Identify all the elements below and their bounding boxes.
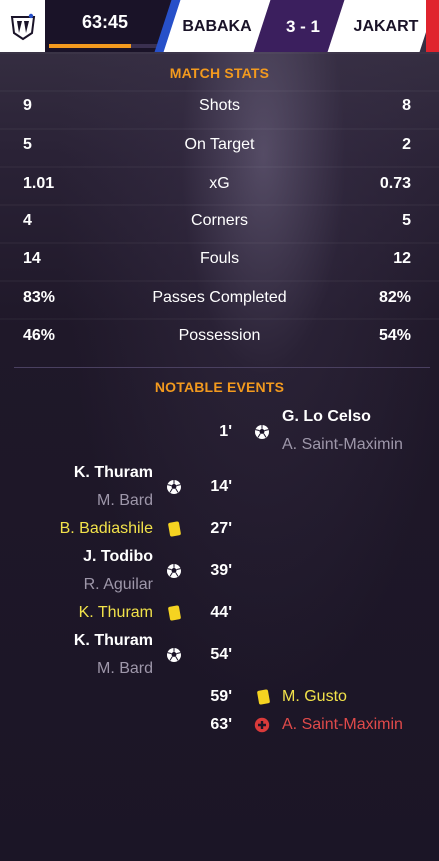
event-player[interactable]: K. Thuram — [74, 464, 153, 482]
match-clock: 63:45 — [81, 12, 129, 32]
match-clock-box: 63:45 — [45, 0, 175, 52]
football-icon — [165, 478, 183, 496]
event-assist[interactable]: M. Bard — [97, 492, 153, 510]
event-minute: 63' — [210, 716, 232, 733]
event-minute: 44' — [210, 604, 232, 621]
stat-row-fouls: 14 Fouls 12 — [0, 250, 439, 274]
event-player[interactable]: M. Gusto — [282, 688, 347, 706]
stat-away-value: 8 — [402, 97, 411, 114]
club-logo[interactable] — [0, 0, 45, 52]
event-player[interactable]: G. Lo Celso — [282, 408, 371, 426]
event-player[interactable]: B. Badiashile — [60, 520, 153, 538]
stat-label: Corners — [191, 212, 248, 229]
stat-label: Possession — [178, 327, 261, 344]
event-player[interactable]: A. Saint-Maximin — [282, 716, 403, 734]
stat-label: On Target — [184, 136, 255, 153]
yellow-card-icon — [165, 604, 183, 622]
stat-row-shots: 9 Shots 8 — [0, 97, 439, 121]
score: 3 - 1 — [285, 17, 321, 36]
event-player[interactable]: K. Thuram — [79, 604, 153, 622]
match-stats-title: MATCH STATS — [169, 65, 270, 81]
away-team-color-strip — [426, 0, 439, 52]
stat-row-on-target: 5 On Target 2 — [0, 136, 439, 160]
stat-row-xg: 1.01 xG 0.73 — [0, 175, 439, 199]
stat-label: Fouls — [199, 250, 240, 267]
stat-away-value: 82% — [378, 289, 411, 306]
football-icon — [253, 423, 271, 441]
event-player[interactable]: J. Todibo — [83, 548, 153, 566]
event-minute: 39' — [210, 562, 232, 579]
stat-row-corners: 4 Corners 5 — [0, 212, 439, 236]
event-assist[interactable]: A. Saint-Maximin — [282, 436, 403, 454]
yellow-card-icon — [254, 688, 272, 706]
club-crest-icon — [10, 13, 35, 41]
scoreboard-header: 63:45 BABAKA 3 - 1 JAKART — [0, 0, 439, 52]
notable-events-title: NOTABLE EVENTS — [154, 379, 285, 395]
event-minute: 54' — [210, 646, 232, 663]
event-minute: 59' — [210, 688, 232, 705]
section-divider — [14, 367, 430, 368]
stat-label: Shots — [199, 97, 240, 114]
event-minute: 14' — [210, 478, 232, 495]
event-assist[interactable]: M. Bard — [97, 660, 153, 678]
stat-row-possession: 46% Possession 54% — [0, 327, 439, 351]
stat-label: xG — [209, 175, 230, 192]
stat-away-value: 12 — [393, 250, 411, 267]
injury-icon — [253, 716, 271, 734]
event-minute: 1' — [219, 423, 232, 440]
event-assist[interactable]: R. Aguilar — [84, 576, 153, 594]
stat-away-value: 54% — [378, 327, 411, 344]
football-icon — [165, 646, 183, 664]
football-icon — [165, 562, 183, 580]
home-team-name: BABAKA — [182, 18, 252, 35]
event-minute: 27' — [210, 520, 232, 537]
match-progress-fill — [49, 44, 131, 48]
stat-row-passes: 83% Passes Completed 82% — [0, 289, 439, 313]
stat-away-value: 0.73 — [379, 175, 411, 192]
yellow-card-icon — [165, 520, 183, 538]
stat-away-value: 5 — [402, 212, 411, 229]
event-player[interactable]: K. Thuram — [74, 632, 153, 650]
stat-label: Passes Completed — [152, 289, 287, 306]
away-team-name: JAKART — [353, 18, 419, 35]
stat-away-value: 2 — [402, 136, 411, 153]
